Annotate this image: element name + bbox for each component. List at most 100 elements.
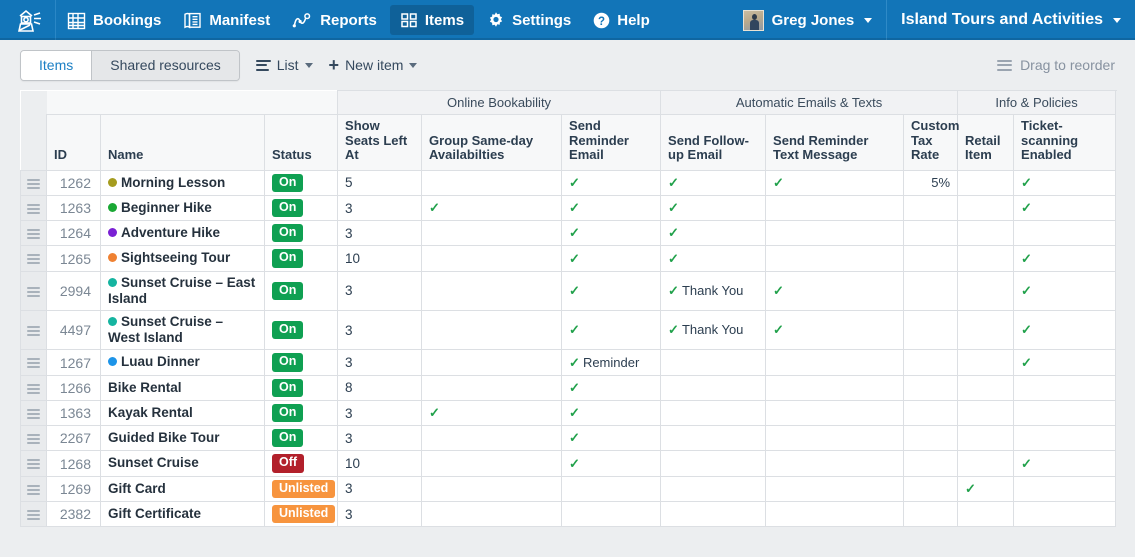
cell-retail-item[interactable] — [957, 450, 1015, 477]
cell-status[interactable]: On — [263, 349, 339, 376]
column-header-group-same-day-availabilties[interactable]: Group Same-day Availabilties — [421, 114, 563, 171]
cell-send-reminder-text-message[interactable]: ✓ — [765, 270, 905, 312]
row-drag-handle[interactable] — [20, 169, 47, 196]
cell-status[interactable]: On — [263, 399, 339, 427]
cell-group-same-day-availabilties[interactable] — [421, 349, 563, 376]
cell-retail-item[interactable] — [957, 220, 1015, 247]
cell-show-seats-left-at[interactable]: 3 — [337, 425, 423, 452]
cell-show-seats-left-at[interactable]: 3 — [337, 500, 423, 528]
cell-send-follow-up-email[interactable] — [660, 425, 767, 452]
cell-retail-item[interactable] — [957, 169, 1015, 196]
cell-group-same-day-availabilties[interactable] — [421, 374, 563, 401]
cell-group-same-day-availabilties[interactable] — [421, 310, 563, 351]
row-drag-handle[interactable] — [20, 425, 47, 452]
cell-ticket-scanning-enabled[interactable]: ✓ — [1013, 245, 1117, 272]
cell-send-reminder-email[interactable]: ✓ — [561, 450, 662, 477]
cell-send-follow-up-email[interactable] — [660, 475, 767, 502]
lighthouse-logo[interactable] — [0, 0, 56, 40]
cell-send-follow-up-email[interactable] — [660, 349, 767, 376]
cell-status[interactable]: Unlisted — [263, 500, 339, 528]
cell-send-reminder-text-message[interactable] — [765, 450, 905, 477]
cell-status[interactable]: On — [263, 169, 339, 196]
cell-show-seats-left-at[interactable]: 5 — [337, 169, 423, 196]
cell-send-reminder-text-message[interactable] — [765, 374, 905, 401]
cell-status[interactable]: On — [263, 425, 339, 452]
tab-items[interactable]: Items — [21, 50, 93, 80]
table-row[interactable]: 1264 Adventure Hike On 3 ✓ ✓ — [20, 220, 1117, 247]
cell-custom-tax-rate[interactable] — [903, 500, 959, 528]
cell-name[interactable]: Gift Certificate — [100, 500, 265, 528]
cell-retail-item[interactable] — [957, 399, 1015, 427]
row-drag-handle[interactable] — [20, 374, 47, 401]
table-row[interactable]: 1268 Sunset Cruise Off 10 ✓ ✓ — [20, 450, 1117, 477]
cell-name[interactable]: Morning Lesson — [100, 169, 265, 196]
cell-group-same-day-availabilties[interactable] — [421, 220, 563, 247]
nav-item-bookings[interactable]: Bookings — [56, 0, 172, 40]
column-header-ticket-scanning-enabled[interactable]: Ticket-scanning Enabled — [1013, 114, 1117, 171]
row-drag-handle[interactable] — [20, 349, 47, 376]
cell-send-reminder-text-message[interactable]: ✓ — [765, 169, 905, 196]
cell-custom-tax-rate[interactable] — [903, 349, 959, 376]
cell-retail-item[interactable] — [957, 425, 1015, 452]
cell-ticket-scanning-enabled[interactable]: ✓ — [1013, 270, 1117, 312]
cell-ticket-scanning-enabled[interactable]: ✓ — [1013, 310, 1117, 351]
column-header-show-seats-left-at[interactable]: Show Seats Left At — [337, 114, 423, 171]
nav-item-settings[interactable]: Settings — [476, 0, 582, 40]
cell-id[interactable]: 1269 — [46, 475, 101, 502]
cell-status[interactable]: Off — [263, 450, 339, 477]
cell-send-follow-up-email[interactable]: ✓ — [660, 194, 767, 222]
cell-send-reminder-email[interactable]: ✓ — [561, 220, 662, 247]
cell-ticket-scanning-enabled[interactable] — [1013, 500, 1117, 528]
cell-status[interactable]: Unlisted — [263, 475, 339, 502]
cell-show-seats-left-at[interactable]: 3 — [337, 220, 423, 247]
cell-retail-item[interactable] — [957, 349, 1015, 376]
cell-retail-item[interactable] — [957, 270, 1015, 312]
table-row[interactable]: 4497 Sunset Cruise – West Island On 3 ✓ ✓ Than… — [20, 310, 1117, 351]
column-header-name[interactable]: Name — [100, 114, 265, 171]
cell-send-reminder-email[interactable]: ✓ — [561, 169, 662, 196]
row-drag-handle[interactable] — [20, 270, 47, 312]
cell-custom-tax-rate[interactable] — [903, 194, 959, 222]
column-header-custom-tax-rate[interactable]: Custom Tax Rate — [903, 114, 959, 171]
cell-id[interactable]: 2382 — [46, 500, 101, 528]
cell-name[interactable]: Sunset Cruise – East Island — [100, 270, 265, 312]
cell-show-seats-left-at[interactable]: 3 — [337, 349, 423, 376]
cell-send-reminder-email[interactable] — [561, 500, 662, 528]
cell-group-same-day-availabilties[interactable]: ✓ — [421, 399, 563, 427]
cell-send-reminder-text-message[interactable] — [765, 194, 905, 222]
cell-id[interactable]: 1268 — [46, 450, 101, 477]
cell-show-seats-left-at[interactable]: 3 — [337, 270, 423, 312]
cell-ticket-scanning-enabled[interactable] — [1013, 475, 1117, 502]
nav-item-manifest[interactable]: Manifest — [172, 0, 281, 40]
cell-show-seats-left-at[interactable]: 3 — [337, 310, 423, 351]
cell-send-follow-up-email[interactable] — [660, 450, 767, 477]
cell-name[interactable]: Sunset Cruise — [100, 450, 265, 477]
cell-ticket-scanning-enabled[interactable] — [1013, 374, 1117, 401]
tab-shared-resources[interactable]: Shared resources — [92, 50, 239, 80]
cell-ticket-scanning-enabled[interactable] — [1013, 399, 1117, 427]
new-item-dropdown[interactable]: + New item — [329, 56, 418, 74]
cell-id[interactable]: 1262 — [46, 169, 101, 196]
cell-show-seats-left-at[interactable]: 3 — [337, 399, 423, 427]
row-drag-handle[interactable] — [20, 399, 47, 427]
column-header-send-reminder-email[interactable]: Send Reminder Email — [561, 114, 662, 171]
cell-retail-item[interactable] — [957, 194, 1015, 222]
cell-ticket-scanning-enabled[interactable] — [1013, 425, 1117, 452]
cell-show-seats-left-at[interactable]: 3 — [337, 475, 423, 502]
cell-send-reminder-email[interactable]: ✓ — [561, 425, 662, 452]
cell-custom-tax-rate[interactable] — [903, 425, 959, 452]
column-header-id[interactable]: ID — [46, 114, 101, 171]
cell-custom-tax-rate[interactable] — [903, 475, 959, 502]
cell-show-seats-left-at[interactable]: 3 — [337, 194, 423, 222]
row-drag-handle[interactable] — [20, 475, 47, 502]
cell-retail-item[interactable] — [957, 500, 1015, 528]
cell-send-follow-up-email[interactable]: ✓ Thank You — [660, 270, 767, 312]
cell-id[interactable]: 1363 — [46, 399, 101, 427]
table-row[interactable]: 2267 Guided Bike Tour On 3 ✓ — [20, 425, 1117, 452]
row-drag-handle[interactable] — [20, 450, 47, 477]
cell-status[interactable]: On — [263, 220, 339, 247]
cell-send-reminder-email[interactable]: ✓ — [561, 399, 662, 427]
table-row[interactable]: 1263 Beginner Hike On 3 ✓ ✓ ✓ ✓ — [20, 194, 1117, 222]
user-menu[interactable]: Greg Jones — [733, 0, 888, 40]
row-drag-handle[interactable] — [20, 194, 47, 222]
